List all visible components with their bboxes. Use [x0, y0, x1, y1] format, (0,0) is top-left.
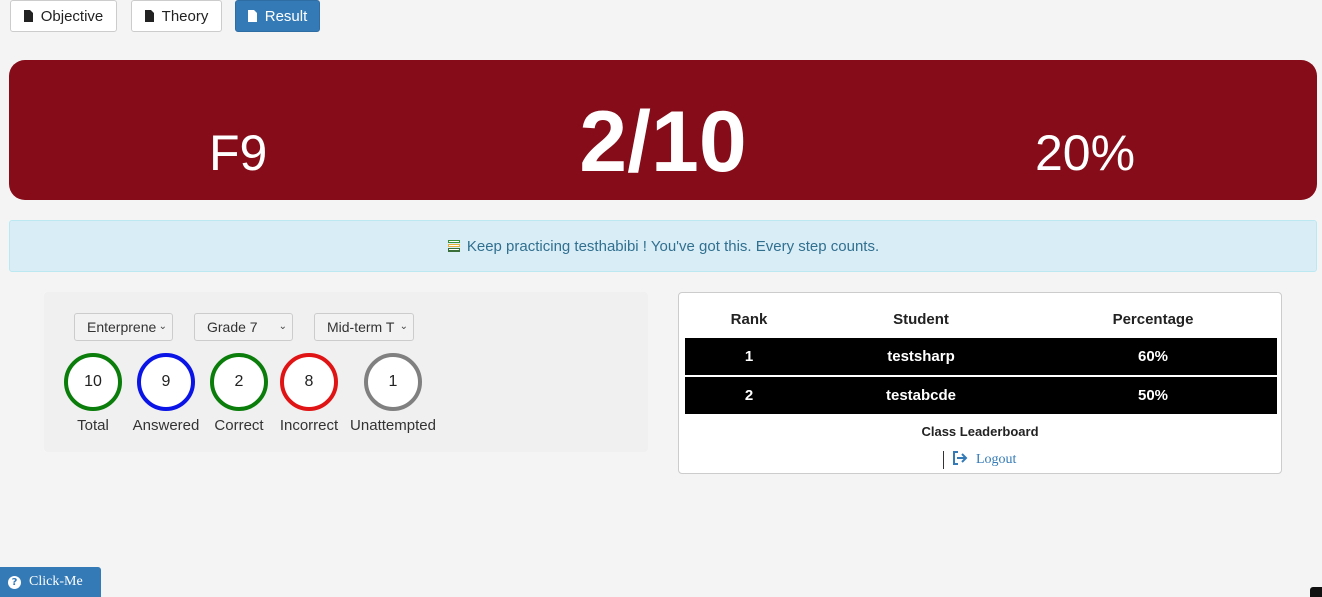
- header-rank: Rank: [730, 310, 768, 328]
- score-banner: F9 2/10 20%: [9, 60, 1317, 200]
- click-me-label: Click-Me: [29, 574, 83, 589]
- leaderboard-caption: Class Leaderboard: [921, 424, 1039, 439]
- header-student: Student: [893, 310, 949, 328]
- tab-result[interactable]: Result: [235, 0, 320, 32]
- document-icon: [23, 10, 33, 22]
- chevron-down-icon: ⌄: [158, 321, 167, 332]
- rank-cell: 2: [744, 387, 754, 404]
- click-me-button[interactable]: ? Click-Me: [0, 567, 101, 597]
- encouragement-alert: Keep practicing testhabibi ! You've got …: [9, 220, 1317, 272]
- score-percent: 20%: [1035, 125, 1136, 181]
- unattempted-circle: 1: [364, 353, 422, 411]
- table-row: 1 testsharp 60%: [685, 338, 1277, 375]
- correct-value: 2: [234, 373, 244, 390]
- term-select[interactable]: Mid-term T ⌄: [314, 313, 414, 341]
- grade-select[interactable]: Grade 7 ⌄: [194, 313, 293, 341]
- logout-icon: [952, 450, 968, 470]
- incorrect-circle: 8: [280, 353, 338, 411]
- subject-select[interactable]: Enterprene ⌄: [74, 313, 173, 341]
- correct-circle: 2: [210, 353, 268, 411]
- tab-theory-label: Theory: [161, 7, 209, 25]
- question-circle-icon: ?: [8, 575, 21, 589]
- alert-message: Keep practicing testhabibi ! You've got …: [466, 237, 880, 255]
- logout-label: Logout: [976, 452, 1017, 467]
- rank-cell: 1: [744, 348, 754, 365]
- books-icon: [447, 239, 461, 253]
- student-cell: testabcde: [885, 387, 957, 404]
- subject-select-value: Enterprene: [87, 319, 157, 335]
- divider: [943, 451, 944, 469]
- tab-objective[interactable]: Objective: [10, 0, 117, 32]
- stats-panel: Enterprene ⌄ Grade 7 ⌄ Mid-term T ⌄ 10 T…: [44, 292, 648, 452]
- total-value: 10: [84, 373, 102, 390]
- unattempted-value: 1: [388, 373, 398, 390]
- document-icon: [247, 10, 257, 22]
- chevron-down-icon: ⌄: [399, 321, 408, 332]
- table-row: 2 testabcde 50%: [685, 377, 1277, 414]
- answered-circle: 9: [137, 353, 195, 411]
- incorrect-value: 8: [304, 373, 314, 390]
- percentage-cell: 60%: [1137, 348, 1169, 365]
- unattempted-label: Unattempted: [350, 417, 436, 434]
- total-circle: 10: [64, 353, 122, 411]
- logout-link[interactable]: Logout: [943, 450, 1016, 470]
- leaderboard-header: Rank Student Percentage: [685, 299, 1277, 339]
- answered-value: 9: [161, 373, 171, 390]
- leaderboard-panel: Rank Student Percentage 1 testsharp 60% …: [678, 292, 1282, 474]
- tab-theory[interactable]: Theory: [131, 0, 222, 32]
- tab-result-label: Result: [264, 7, 308, 25]
- document-icon: [144, 10, 154, 22]
- term-select-value: Mid-term T: [327, 319, 395, 335]
- grade-select-value: Grade 7: [207, 319, 258, 335]
- tab-objective-label: Objective: [40, 7, 104, 25]
- chevron-down-icon: ⌄: [278, 321, 287, 332]
- percentage-cell: 50%: [1137, 387, 1169, 404]
- corner-widget: [1310, 587, 1322, 597]
- student-cell: testsharp: [887, 348, 955, 365]
- header-percentage: Percentage: [1112, 310, 1194, 328]
